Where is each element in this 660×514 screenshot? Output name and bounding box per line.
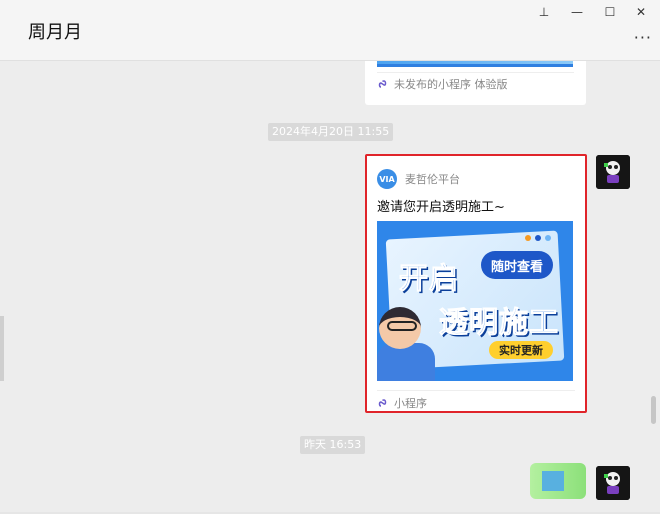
miniprogram-card[interactable]: VIA 麦哲伦平台 邀请您开启透明施工~ 开启 随时查看 透明施工 实时更新 小…	[365, 154, 587, 413]
timestamp: 2024年4月20日 11:55	[268, 123, 394, 141]
card-footer: 未发布的小程序 体验版	[378, 76, 508, 92]
avatar-image	[596, 466, 630, 500]
banner-headline-2: 透明施工	[438, 305, 560, 340]
image-thumbnail	[542, 471, 564, 491]
card-banner-image: 开启 随时查看 透明施工 实时更新	[377, 221, 573, 381]
chat-title: 周月月	[28, 22, 82, 43]
card-footer: 小程序	[378, 395, 427, 411]
miniprogram-icon	[378, 399, 387, 407]
avatar[interactable]	[596, 466, 630, 500]
miniprogram-card-previous[interactable]: 未发布的小程序 体验版	[365, 61, 586, 105]
dot	[525, 235, 531, 241]
card-title: 邀请您开启透明施工~	[377, 200, 505, 215]
more-icon[interactable]: ···	[634, 28, 652, 47]
miniprogram-icon	[378, 80, 387, 88]
message-list[interactable]: 未发布的小程序 体验版 2024年4月20日 11:55 VIA 麦哲伦平台 邀…	[0, 61, 660, 514]
app-logo: VIA	[377, 169, 397, 189]
timestamp: 昨天 16:53	[300, 436, 366, 454]
card-footer-label: 未发布的小程序 体验版	[394, 78, 508, 91]
card-image	[377, 61, 573, 67]
close-icon[interactable]: ✕	[630, 3, 652, 21]
banner-headline-1: 开启	[398, 261, 460, 296]
maximize-icon[interactable]: ☐	[599, 3, 621, 21]
banner-bubble: 随时查看	[481, 251, 553, 279]
avatar[interactable]	[596, 155, 630, 189]
card-header: VIA 麦哲伦平台	[377, 169, 460, 189]
card-footer-label: 小程序	[394, 397, 427, 410]
dot	[545, 235, 551, 241]
chat-window: 周月月 ⊥ — ☐ ✕ ··· 未发布的小程序 体验版 2024年4月20日 1…	[0, 0, 660, 514]
character-glasses	[387, 321, 417, 331]
avatar-image	[596, 155, 630, 189]
pin-icon[interactable]: ⊥	[533, 3, 555, 21]
banner-dots	[525, 235, 551, 241]
image-message[interactable]	[530, 463, 586, 499]
chat-header: 周月月 ⊥ — ☐ ✕ ···	[0, 0, 660, 61]
scrollbar-thumb[interactable]	[651, 396, 656, 424]
banner-tag: 实时更新	[489, 341, 553, 359]
card-divider	[377, 390, 575, 391]
app-name: 麦哲伦平台	[405, 173, 460, 186]
minimize-icon[interactable]: —	[566, 3, 588, 21]
left-resize-handle[interactable]	[0, 316, 4, 381]
character-body	[377, 343, 435, 381]
dot	[535, 235, 541, 241]
card-divider	[377, 72, 574, 73]
